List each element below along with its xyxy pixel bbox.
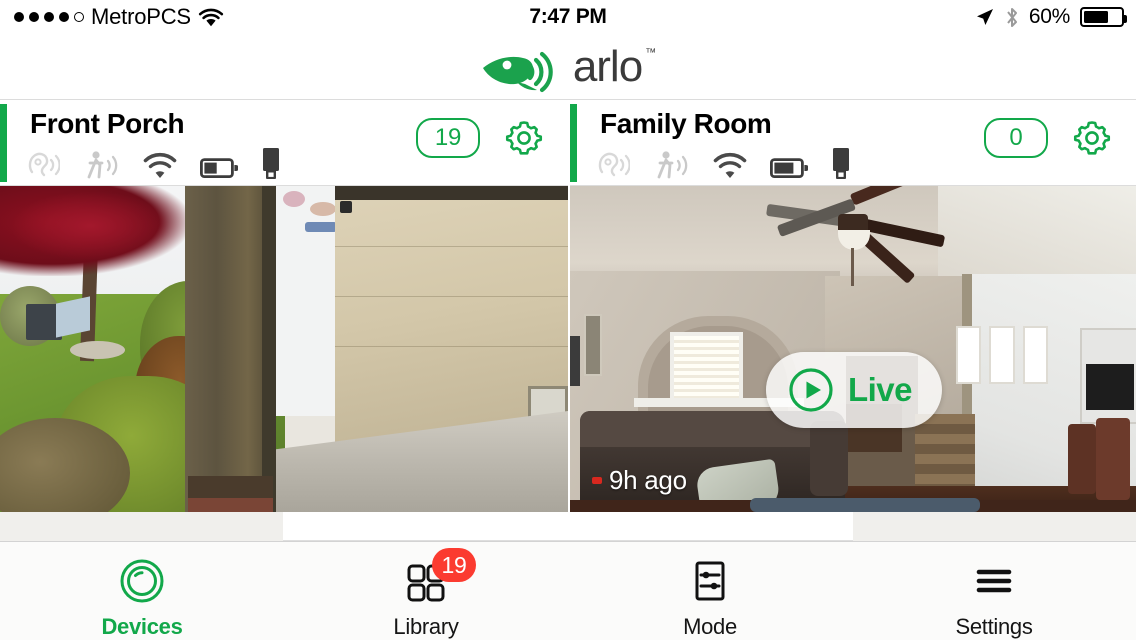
camera-status-icons (26, 148, 282, 180)
ios-status-bar: MetroPCS 7:47 PM 60% (0, 0, 1136, 34)
gear-icon (503, 117, 545, 159)
camera-header-actions: 0 (984, 116, 1114, 160)
recording-count-badge[interactable]: 19 (416, 118, 480, 158)
timestamp-label: 9h ago (609, 465, 687, 495)
arlo-app-screen: MetroPCS 7:47 PM 60% arlo ™ Front Porch … (0, 0, 1136, 640)
bluetooth-icon (1005, 6, 1019, 29)
audio-detection-icon (596, 150, 630, 180)
battery-icon (200, 156, 238, 180)
storage-usb-icon (830, 148, 852, 180)
camera-feed-family-room[interactable]: Live 9h ago (570, 186, 1136, 512)
camera-settings-button[interactable] (1070, 116, 1114, 160)
hamburger-menu-icon (970, 557, 1018, 605)
status-bar-right: 60% (974, 0, 1127, 34)
sliders-box-icon (686, 557, 734, 605)
tab-label: Mode (683, 614, 737, 639)
audio-detection-icon (26, 150, 60, 180)
location-arrow-icon (974, 7, 995, 28)
camera-grid: Front Porch 19 Family Room 0 Live 9h ago (0, 100, 1136, 512)
camera-name-label: Front Porch (30, 108, 185, 139)
wifi-signal-icon (142, 152, 178, 180)
camera-lens-icon (118, 557, 166, 605)
storage-usb-icon (260, 148, 282, 180)
last-recording-timestamp: 9h ago (592, 465, 687, 496)
grid-squares-icon: 19 (402, 548, 476, 605)
tab-label: Devices (101, 614, 183, 639)
camera-settings-button[interactable] (502, 116, 546, 160)
arlo-wordmark: arlo (572, 41, 643, 91)
clock-time: 7:47 PM (529, 5, 607, 28)
library-badge: 19 (432, 548, 476, 582)
camera-feed-front-porch[interactable] (0, 186, 568, 512)
tab-label: Settings (955, 614, 1033, 639)
camera-status-icons (596, 148, 852, 180)
camera-accent-bar (570, 104, 577, 182)
camera-card-family-room[interactable]: Family Room 0 Live 9h ago (568, 100, 1136, 512)
wifi-signal-icon (712, 152, 748, 180)
battery-status-icon (1080, 7, 1127, 27)
camera-header: Family Room 0 (570, 100, 1136, 186)
app-header-logo-bar: arlo ™ (0, 34, 1136, 100)
camera-name-label: Family Room (600, 108, 772, 139)
tab-label: Library (393, 614, 459, 639)
camera-header: Front Porch 19 (0, 100, 568, 186)
camera-header-actions: 19 (416, 116, 546, 160)
arlo-bird-icon (481, 41, 571, 93)
camera-card-front-porch[interactable]: Front Porch 19 (0, 100, 568, 512)
tab-library[interactable]: 19 Library (284, 542, 568, 640)
gear-icon (1071, 117, 1113, 159)
trademark-symbol: ™ (645, 46, 657, 59)
tab-settings[interactable]: Settings (852, 542, 1136, 640)
front-porch-scene (0, 186, 568, 512)
bottom-tab-bar: Devices 19 Library Mode Settings (0, 541, 1136, 640)
tab-mode[interactable]: Mode (568, 542, 852, 640)
arlo-logo: arlo ™ (481, 41, 657, 93)
camera-accent-bar (0, 104, 7, 182)
play-circle-icon (788, 367, 834, 413)
motion-detection-icon (82, 150, 120, 180)
battery-icon (770, 156, 808, 180)
battery-percent-label: 60% (1028, 5, 1070, 28)
family-room-scene (570, 186, 1136, 512)
live-stream-button[interactable]: Live (765, 352, 943, 428)
live-label: Live (847, 371, 913, 408)
motion-detection-icon (652, 150, 690, 180)
tab-devices[interactable]: Devices (0, 542, 284, 640)
recording-marker-icon (592, 477, 602, 484)
recording-count-badge[interactable]: 0 (984, 118, 1048, 158)
content-gap-white (283, 512, 853, 541)
